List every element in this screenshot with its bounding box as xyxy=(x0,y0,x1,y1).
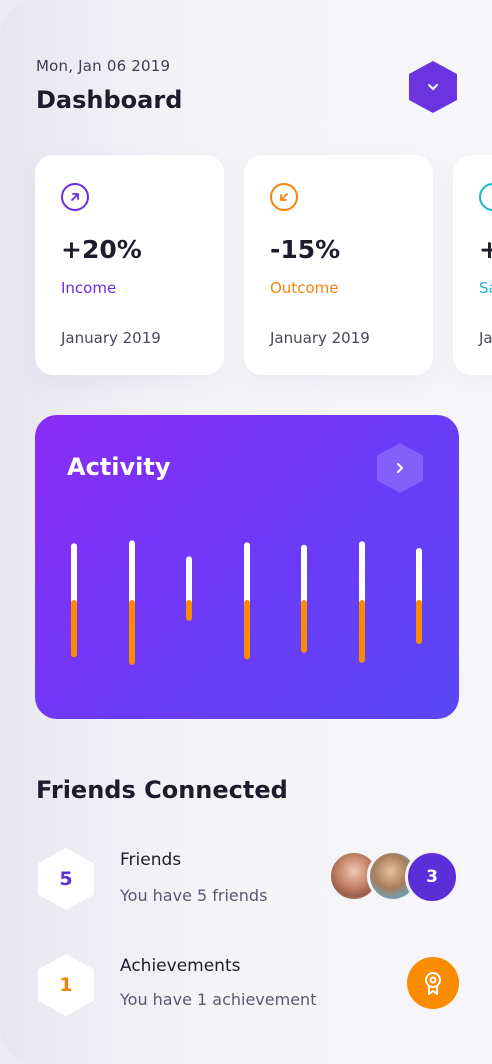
outcome-label: Outcome xyxy=(270,279,339,297)
income-month: January 2019 xyxy=(61,329,161,347)
friends-section-title: Friends Connected xyxy=(36,776,288,804)
achievements-row-subtitle: You have 1 achievement xyxy=(120,990,317,1009)
activity-panel: Activity xyxy=(35,415,459,719)
savings-month: Ja xyxy=(479,329,492,347)
income-label: Income xyxy=(61,279,117,297)
award-button[interactable] xyxy=(407,957,459,1009)
outcome-card[interactable]: -15% Outcome January 2019 xyxy=(244,155,433,375)
phone-screen: Mon, Jan 06 2019 Dashboard +20% Income J… xyxy=(0,0,492,1064)
arrow-down-left-icon xyxy=(270,183,298,211)
page-title: Dashboard xyxy=(36,86,183,114)
more-friends-count[interactable]: 3 xyxy=(405,850,459,904)
achievements-row-title[interactable]: Achievements xyxy=(120,956,240,976)
chevron-down-icon xyxy=(428,84,438,90)
friends-count-badge: 5 xyxy=(38,848,94,910)
achievements-count-badge: 1 xyxy=(38,954,94,1016)
award-icon xyxy=(425,972,441,995)
friends-row-subtitle: You have 5 friends xyxy=(120,886,268,905)
current-date: Mon, Jan 06 2019 xyxy=(36,57,171,75)
savings-label: Sa xyxy=(479,279,492,297)
activity-chart xyxy=(71,540,422,665)
friends-row-title[interactable]: Friends xyxy=(120,850,181,870)
dropdown-button[interactable] xyxy=(409,61,457,113)
savings-card[interactable]: + Sa Ja xyxy=(453,155,492,375)
outcome-month: January 2019 xyxy=(270,329,370,347)
arrow-up-right-icon xyxy=(61,183,89,211)
outcome-percent: -15% xyxy=(270,235,341,264)
circle-icon xyxy=(479,183,492,211)
income-percent: +20% xyxy=(61,235,142,264)
savings-percent: + xyxy=(479,235,492,264)
income-card[interactable]: +20% Income January 2019 xyxy=(35,155,224,375)
